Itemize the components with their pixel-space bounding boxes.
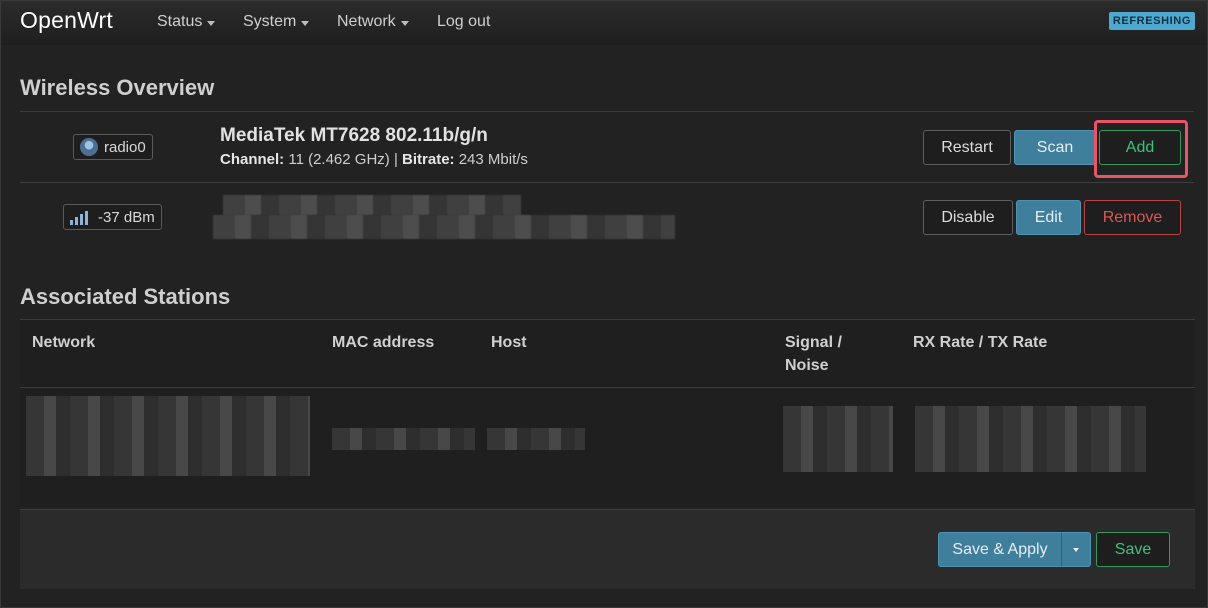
- signal-strength-icon: [70, 209, 92, 225]
- edit-button[interactable]: Edit: [1016, 200, 1081, 235]
- associated-stations-heading: Associated Stations: [20, 284, 231, 309]
- col-host: Host: [491, 334, 527, 351]
- radio-device-badge: radio0: [73, 134, 153, 160]
- add-button[interactable]: Add: [1099, 130, 1181, 165]
- disable-button[interactable]: Disable: [923, 200, 1013, 235]
- redacted-network-cell: [26, 396, 310, 476]
- device-title: MediaTek MT7628 802.11b/g/n: [220, 125, 488, 146]
- chevron-down-icon: [400, 20, 409, 26]
- channel-label: Channel:: [220, 151, 285, 168]
- wireless-radio-icon: [80, 138, 98, 156]
- col-mac-address: MAC address: [332, 334, 435, 351]
- nav-status-label: Status: [157, 13, 203, 30]
- top-navbar: OpenWrt Status System Network Log out RE…: [1, 1, 1207, 45]
- nav-status-menu[interactable]: Status: [157, 13, 216, 31]
- device-info: Channel: 11 (2.462 GHz) | Bitrate: 243 M…: [220, 151, 528, 168]
- redacted-rate-cell: [915, 406, 1146, 472]
- refreshing-badge[interactable]: REFRESHING: [1108, 12, 1195, 30]
- scan-button[interactable]: Scan: [1014, 130, 1096, 165]
- col-signal-line2: Noise: [785, 357, 829, 374]
- redacted-ssid: [223, 195, 521, 215]
- bitrate-label: Bitrate:: [402, 151, 455, 168]
- table-header-divider: [20, 387, 1195, 388]
- chevron-down-icon: [301, 20, 310, 26]
- nav-network-menu[interactable]: Network: [337, 13, 409, 31]
- col-signal-line1: Signal /: [785, 334, 842, 351]
- col-network: Network: [32, 334, 96, 351]
- app-window: OpenWrt Status System Network Log out RE…: [0, 0, 1208, 608]
- channel-value: 11 (2.462 GHz): [288, 151, 390, 168]
- form-actions-bar: Save & Apply Save: [20, 509, 1195, 589]
- save-apply-button[interactable]: Save & Apply: [938, 532, 1062, 567]
- col-rx-tx-rate: RX Rate / TX Rate: [913, 334, 1048, 351]
- nav-system-menu[interactable]: System: [243, 13, 310, 31]
- nav-logout-label: Log out: [437, 13, 491, 30]
- nav-system-label: System: [243, 13, 297, 30]
- divider: [20, 182, 1194, 183]
- remove-button[interactable]: Remove: [1084, 200, 1181, 235]
- nav-logout-link[interactable]: Log out: [437, 13, 490, 31]
- chevron-down-icon: [1073, 547, 1079, 552]
- redacted-host-cell: [487, 428, 585, 450]
- chevron-down-icon: [207, 20, 216, 26]
- divider: [20, 111, 1194, 112]
- nav-network-label: Network: [337, 13, 396, 30]
- restart-button[interactable]: Restart: [923, 130, 1011, 165]
- redacted-signal-cell: [783, 406, 893, 472]
- info-separator: |: [393, 151, 398, 168]
- col-signal: Signal / Noise: [785, 331, 842, 377]
- wireless-overview-heading: Wireless Overview: [20, 75, 215, 100]
- redacted-interface-details: [213, 215, 675, 239]
- redacted-mac-cell: [332, 428, 475, 450]
- brand-logo[interactable]: OpenWrt: [20, 7, 113, 34]
- bitrate-value: 243 Mbit/s: [458, 151, 528, 168]
- signal-value: -37 dBm: [98, 208, 155, 226]
- radio-device-name: radio0: [104, 138, 146, 156]
- signal-badge: -37 dBm: [63, 204, 162, 230]
- save-button[interactable]: Save: [1096, 532, 1170, 567]
- stations-table: Network MAC address Host Signal / Noise …: [20, 319, 1195, 507]
- save-apply-dropdown-toggle[interactable]: [1061, 532, 1091, 567]
